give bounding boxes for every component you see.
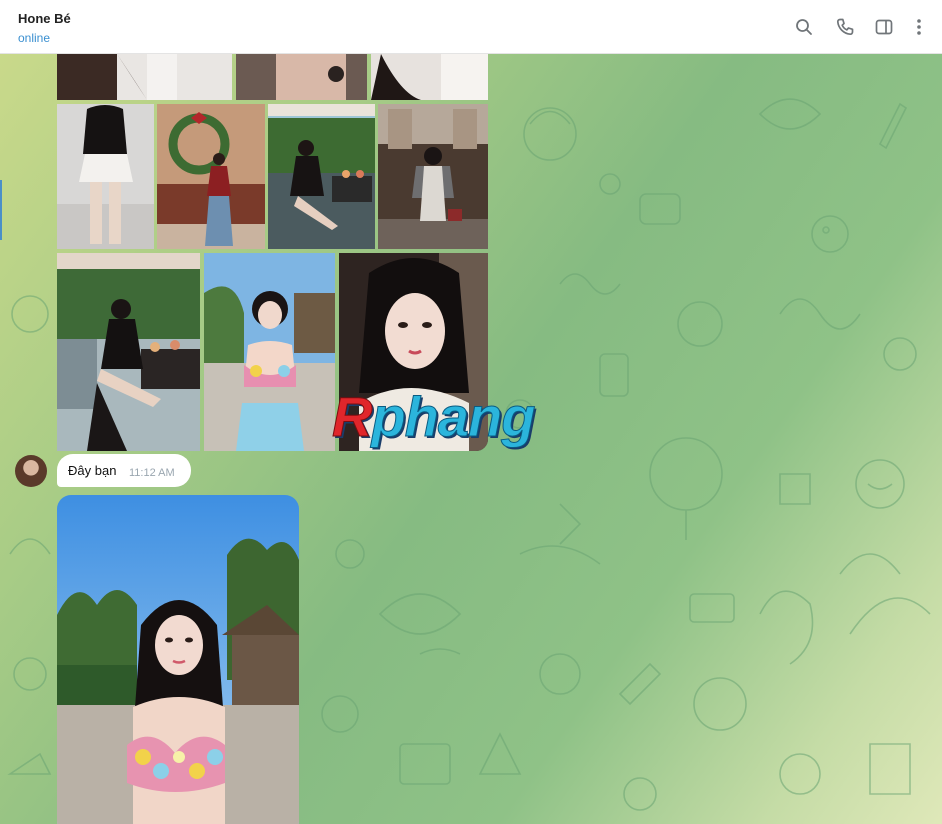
more-vertical-icon[interactable] — [909, 17, 929, 37]
album-photo[interactable] — [371, 54, 488, 100]
search-icon[interactable] — [794, 17, 814, 37]
chat-area[interactable]: Đây bạn 11:12 AM Rphang — [0, 54, 942, 824]
contact-name[interactable]: Hone Bé — [18, 11, 71, 26]
album-photo[interactable] — [378, 104, 488, 249]
photo-message[interactable] — [57, 495, 299, 824]
album-photo[interactable] — [204, 253, 335, 451]
album-photo[interactable] — [268, 104, 375, 249]
sidebar-toggle-icon[interactable] — [874, 17, 894, 37]
watermark-logo: Rphang — [331, 385, 535, 449]
album-photo[interactable] — [157, 104, 265, 249]
message-bubble[interactable]: Đây bạn 11:12 AM — [57, 454, 191, 487]
sender-avatar[interactable] — [15, 455, 47, 487]
album-photo[interactable] — [236, 54, 367, 100]
chat-header: Hone Bé online — [0, 0, 942, 54]
album-photo[interactable] — [57, 253, 200, 451]
album-photo[interactable] — [57, 104, 154, 249]
message-time: 11:12 AM — [129, 467, 175, 479]
message-text: Đây bạn — [68, 463, 117, 478]
album-photo[interactable] — [57, 54, 232, 100]
left-edge-indicator — [0, 180, 2, 240]
phone-icon[interactable] — [835, 17, 855, 37]
contact-status: online — [18, 31, 51, 45]
